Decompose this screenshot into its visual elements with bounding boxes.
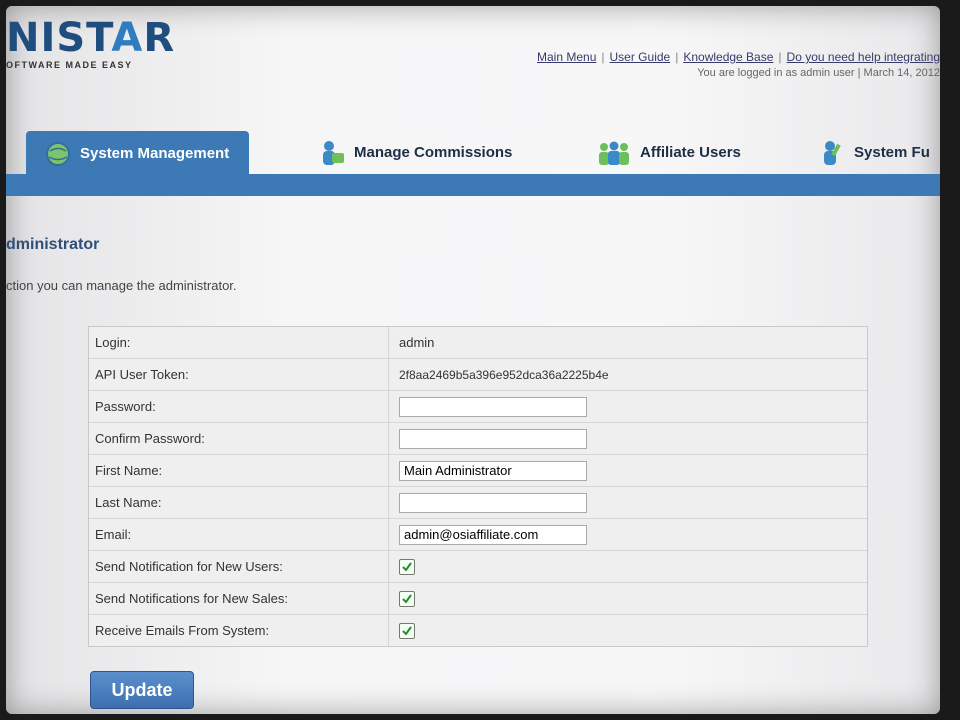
- form-row-last-name: Last Name:: [89, 487, 867, 519]
- form-row-login: Login: admin: [89, 327, 867, 359]
- tab-affiliate-users[interactable]: Affiliate Users: [596, 131, 741, 174]
- password-label: Password:: [89, 391, 389, 422]
- last-name-field[interactable]: [399, 492, 587, 513]
- help-integrating-link[interactable]: Do you need help integrating: [787, 50, 940, 64]
- receive-emails-label: Receive Emails From System:: [89, 615, 389, 646]
- notify-sales-checkbox[interactable]: [399, 590, 415, 607]
- gear-globe-icon: [46, 141, 70, 166]
- brand-logo: NISTAR OFTWARE MADE EASY: [6, 18, 175, 70]
- last-name-label: Last Name:: [89, 487, 389, 518]
- login-value: admin: [399, 335, 435, 350]
- user-guide-link[interactable]: User Guide: [610, 50, 671, 64]
- brand-name: NISTAR: [6, 15, 176, 61]
- tab-system-management[interactable]: System Management: [26, 131, 250, 176]
- form-row-receive-emails: Receive Emails From System:: [89, 615, 867, 646]
- knowledge-base-link[interactable]: Knowledge Base: [683, 50, 773, 64]
- header-links: Main Menu | User Guide | Knowledge Base | Do y…: [537, 50, 940, 64]
- form-row-password: Password:: [89, 391, 867, 423]
- notify-users-label: Send Notification for New Users:: [89, 551, 389, 582]
- page-description: ction you can manage the administrator.: [6, 278, 237, 293]
- first-name-label: First Name:: [89, 455, 389, 486]
- form-row-notify-users: Send Notification for New Users:: [89, 551, 867, 583]
- tab-manage-commissions[interactable]: Manage Commissions: [318, 131, 512, 174]
- update-button[interactable]: Update: [90, 671, 194, 709]
- api-token-label: API User Token:: [89, 359, 389, 390]
- main-menu-link[interactable]: Main Menu: [537, 50, 596, 64]
- notify-sales-label: Send Notifications for New Sales:: [89, 583, 389, 614]
- tab-label: System Fu: [854, 144, 930, 161]
- form-row-email: Email:: [89, 519, 867, 551]
- brand-tagline: OFTWARE MADE EASY: [6, 60, 133, 70]
- checkmark-icon: [402, 561, 412, 572]
- app-screen: NISTAR OFTWARE MADE EASY Main Menu | User …: [6, 6, 940, 714]
- page-title: dministrator: [6, 236, 100, 253]
- users-group-icon: [599, 141, 629, 165]
- person-tool-icon: [824, 140, 841, 165]
- first-name-field[interactable]: [399, 460, 587, 481]
- login-status: You are logged in as admin user | March …: [697, 67, 940, 79]
- email-label: Email:: [89, 519, 389, 550]
- administrator-form: Login: admin API User Token: 2f8aa2469b5…: [88, 326, 868, 647]
- form-row-confirm-password: Confirm Password:: [89, 423, 867, 455]
- checkmark-icon: [402, 593, 412, 604]
- tab-label: Manage Commissions: [354, 144, 513, 161]
- tab-system-functions[interactable]: System Fu: [818, 131, 930, 174]
- receive-emails-checkbox[interactable]: [399, 622, 415, 639]
- confirm-password-field[interactable]: [399, 428, 587, 449]
- tab-label: Affiliate Users: [640, 144, 741, 161]
- tab-label: System Management: [80, 145, 230, 162]
- email-field[interactable]: [399, 524, 587, 545]
- notify-users-checkbox[interactable]: [399, 558, 415, 575]
- checkmark-icon: [402, 625, 412, 636]
- confirm-password-label: Confirm Password:: [89, 423, 389, 454]
- money-person-icon: [323, 140, 344, 165]
- form-row-notify-sales: Send Notifications for New Sales:: [89, 583, 867, 615]
- password-field[interactable]: [399, 396, 587, 417]
- api-token-value: 2f8aa2469b5a396e952dca36a2225b4e: [399, 367, 609, 382]
- tab-bar: [6, 174, 940, 196]
- login-label: Login:: [89, 327, 389, 358]
- form-row-first-name: First Name:: [89, 455, 867, 487]
- form-row-api-token: API User Token: 2f8aa2469b5a396e952dca36…: [89, 359, 867, 391]
